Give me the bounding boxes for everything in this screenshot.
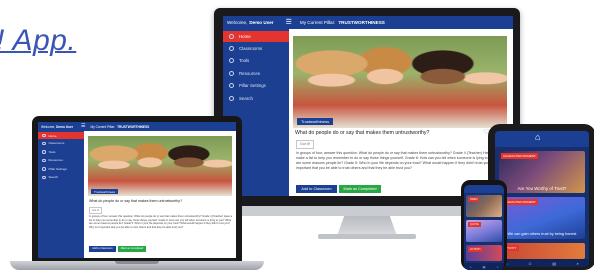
card-tag: VIDEO xyxy=(468,197,480,202)
search-icon[interactable]: ⌕ xyxy=(577,261,579,266)
mark-completed-button[interactable]: Mark as Completed xyxy=(118,246,146,252)
pillar-logo-icon: ⌂ xyxy=(535,132,541,142)
activity-paragraph: In groups of four, answer this question.… xyxy=(89,215,233,229)
nav-label: Home xyxy=(48,133,57,138)
desktop-monitor-foot xyxy=(318,234,416,239)
hero-tag: Trustworthiness xyxy=(297,118,334,125)
card-tag: QUOTE xyxy=(468,222,481,227)
phone-card[interactable]: ACTIVITY xyxy=(466,245,502,261)
card-caption: Are You Worthy of Trust? xyxy=(517,186,567,191)
nav-item-tools[interactable]: Tools xyxy=(223,55,289,68)
add-to-classroom-button[interactable]: Add to Classroom xyxy=(296,185,337,193)
nav-label: Search xyxy=(239,95,253,101)
nav-item-home[interactable]: Home xyxy=(223,31,289,42)
home-icon[interactable]: ⌂ xyxy=(470,265,472,269)
home-icon xyxy=(42,133,46,138)
hamburger-icon[interactable]: ☰ xyxy=(286,19,292,26)
nav-item-search[interactable]: Search xyxy=(223,92,289,105)
activity-paragraph: In groups of four, answer this question.… xyxy=(296,151,506,170)
tablet-tabbar: ⌂ ☺ ▤ ⌕ xyxy=(495,259,589,267)
book-icon xyxy=(229,70,234,76)
got-it-button[interactable]: Got It! xyxy=(296,140,314,149)
phone-header xyxy=(464,185,504,193)
nav-item-pillar-settings[interactable]: Pillar Settings xyxy=(38,165,84,174)
book-icon xyxy=(42,158,46,162)
tablet-screen: ⌂ CHARACTER MOMENT Are You Worthy of Tru… xyxy=(495,131,589,267)
nav-label: Classrooms xyxy=(239,45,263,51)
home-icon xyxy=(229,34,234,39)
search-icon xyxy=(42,175,46,179)
card-caption: We can gain others trust by being honest xyxy=(507,232,577,236)
nav-item-resources[interactable]: Resources xyxy=(223,67,289,80)
nav-item-tools[interactable]: Tools xyxy=(38,148,84,157)
nav-item-home[interactable]: Home xyxy=(38,132,84,139)
headline-text[interactable]: ! App. xyxy=(0,24,76,58)
nav-item-search[interactable]: Search xyxy=(38,173,84,182)
pillar-name: TRUSTWORTHINESS xyxy=(338,20,385,25)
tablet-header: ⌂ xyxy=(495,131,589,147)
nav-item-pillar-settings[interactable]: Pillar Settings xyxy=(223,80,289,93)
gear-icon xyxy=(42,167,46,171)
book-icon[interactable]: ▤ xyxy=(483,265,486,269)
welcome-label: Welcome, xyxy=(227,20,248,25)
tablet-card[interactable]: ACTIVITY xyxy=(499,243,585,259)
welcome-label: Welcome, xyxy=(41,124,56,129)
nav-item-classrooms[interactable]: Classrooms xyxy=(223,42,289,55)
got-it-button[interactable]: Got It! xyxy=(89,207,102,214)
phone-card[interactable]: VIDEO xyxy=(466,195,502,217)
app-topbar: Welcome, Demo User ☰ My Current Pillar: … xyxy=(223,16,513,29)
nav-label: Tools xyxy=(239,58,250,64)
laptop-topbar: Welcome, Demo User ☰ My Current Pillar: … xyxy=(38,122,236,131)
laptop-notch xyxy=(115,261,159,264)
phone-card[interactable]: QUOTE xyxy=(466,220,502,242)
gear-icon xyxy=(229,83,234,89)
user-name[interactable]: Demo User xyxy=(249,20,273,25)
tablet-card[interactable]: CHARACTER MOMENT We can gain others trus… xyxy=(499,197,585,239)
search-icon xyxy=(229,95,234,101)
users-icon[interactable]: ☺ xyxy=(528,261,532,266)
hero-tag: Trustworthiness xyxy=(91,189,119,194)
pillar-name: TRUSTWORTHINESS xyxy=(117,124,150,129)
mark-completed-button[interactable]: Mark as Completed xyxy=(339,185,381,193)
nav-label: Search xyxy=(48,175,59,180)
users-icon xyxy=(229,45,234,51)
desktop-screen: Welcome, Demo User ☰ My Current Pillar: … xyxy=(223,16,513,196)
tablet-card[interactable]: CHARACTER MOMENT Are You Worthy of Trust… xyxy=(499,151,585,193)
tools-icon xyxy=(229,58,234,64)
question-title: What do people do or say that makes them… xyxy=(89,199,183,203)
nav-label: Resources xyxy=(48,158,63,163)
hamburger-icon[interactable]: ☰ xyxy=(81,124,85,129)
add-to-classroom-button[interactable]: Add to Classroom xyxy=(89,246,116,252)
laptop-sidebar: Home Classrooms Tools Resources Pillar S… xyxy=(38,131,84,258)
card-tag: CHARACTER MOMENT xyxy=(501,153,538,159)
nav-label: Resources xyxy=(239,70,260,76)
nav-item-resources[interactable]: Resources xyxy=(38,156,84,165)
card-tag: ACTIVITY xyxy=(468,247,483,252)
laptop-screen: Welcome, Demo User ☰ My Current Pillar: … xyxy=(38,122,236,258)
nav-item-classrooms[interactable]: Classrooms xyxy=(38,139,84,148)
question-title: What do people do or say that makes them… xyxy=(295,130,430,136)
laptop-hero-image: Trustworthiness xyxy=(88,136,232,196)
pillar-label: My Current Pillar: xyxy=(299,20,336,25)
nav-label: Pillar Settings xyxy=(239,83,266,89)
phone-tabbar: ⌂ ▤ ⌕ xyxy=(464,263,504,270)
nav-label: Tools xyxy=(48,149,56,154)
pillar-label: My Current Pillar: xyxy=(90,124,116,129)
hero-image: Trustworthiness xyxy=(293,36,507,128)
nav-label: Pillar Settings xyxy=(48,166,67,171)
user-name[interactable]: Demo User xyxy=(56,125,73,129)
search-icon[interactable]: ⌕ xyxy=(497,265,499,269)
users-icon xyxy=(42,141,46,145)
book-icon[interactable]: ▤ xyxy=(552,261,556,266)
nav-label: Classrooms xyxy=(48,141,65,146)
phone-screen: VIDEO QUOTE ACTIVITY ⌂ ▤ ⌕ xyxy=(464,185,504,270)
tools-icon xyxy=(42,150,46,154)
nav-label: Home xyxy=(239,34,251,39)
desktop-monitor-stand xyxy=(337,216,397,236)
